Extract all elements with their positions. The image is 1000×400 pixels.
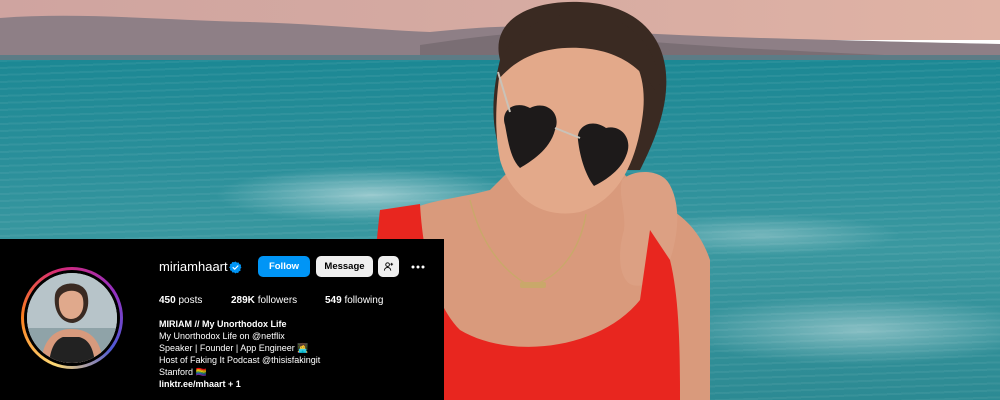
avatar[interactable] xyxy=(27,273,117,363)
bio-line: Stanford 🏳️‍🌈 xyxy=(159,367,207,377)
suggested-accounts-button[interactable] xyxy=(378,256,399,277)
bio-line: My Unorthodox Life on @netflix xyxy=(159,331,285,341)
story-ring[interactable] xyxy=(21,267,123,369)
follow-button[interactable]: Follow xyxy=(258,256,310,277)
posts-stat: 450 posts xyxy=(159,295,203,306)
avatar-photo xyxy=(27,273,117,363)
add-person-icon xyxy=(383,262,394,271)
more-options-icon[interactable] xyxy=(408,256,428,277)
followers-stat[interactable]: 289K followers xyxy=(231,294,297,308)
following-stat[interactable]: 549 following xyxy=(325,294,383,308)
bio-name: MIRIAM // My Unorthodox Life xyxy=(159,319,287,329)
message-button[interactable]: Message xyxy=(316,256,373,277)
username[interactable]: miriamhaart xyxy=(159,259,228,275)
bio-link[interactable]: linktr.ee/mhaart + 1 xyxy=(159,378,439,390)
profile-bio: MIRIAM // My Unorthodox Life My Unorthod… xyxy=(159,318,439,390)
bio-line: Host of Faking It Podcast @thisisfakingi… xyxy=(159,355,321,365)
verified-badge-icon xyxy=(229,261,242,274)
bio-line: Speaker | Founder | App Engineer 👩‍💻 xyxy=(159,343,309,353)
